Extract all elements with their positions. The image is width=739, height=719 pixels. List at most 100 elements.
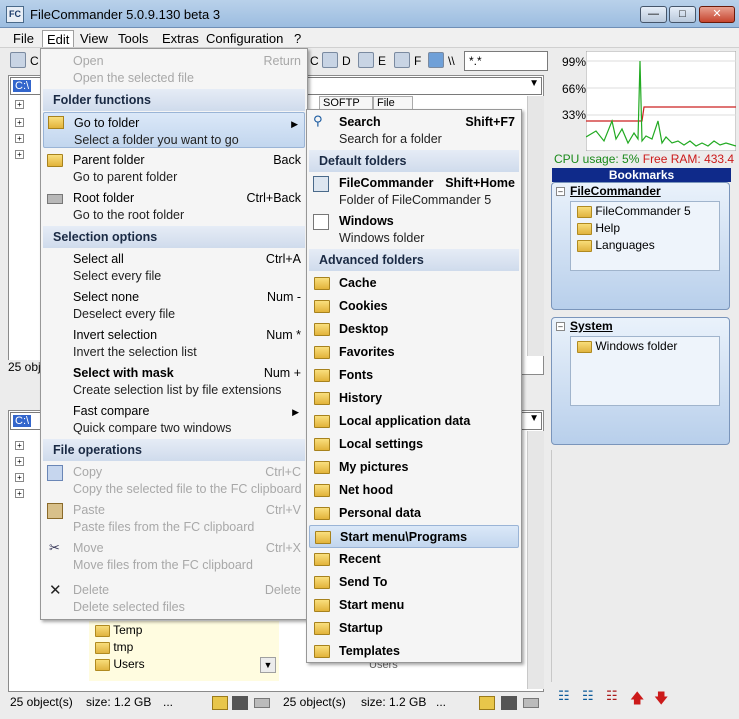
- submenu-folder-item[interactable]: Cache: [309, 272, 519, 295]
- bookmark-item[interactable]: Languages: [577, 238, 655, 252]
- bookmark-group-title[interactable]: FileCommander: [570, 184, 661, 198]
- menu-move-desc: Move files from the FC clipboard: [73, 558, 253, 572]
- close-button[interactable]: ✕: [699, 6, 735, 23]
- top-path[interactable]: C:\: [13, 80, 32, 92]
- tree-expand-icon[interactable]: +: [15, 441, 24, 450]
- collapse-icon[interactable]: –: [556, 322, 565, 331]
- drive-d-icon[interactable]: [322, 52, 338, 68]
- menu-configuration[interactable]: Configuration: [202, 30, 287, 47]
- minimize-button[interactable]: —: [640, 6, 667, 23]
- tree-expand-icon[interactable]: +: [15, 118, 24, 127]
- menu-fast-compare[interactable]: Fast compare ▶ Quick compare two windows: [43, 401, 305, 437]
- menu-move[interactable]: ✂ Move Ctrl+X Move files from the FC cli…: [43, 538, 305, 574]
- menu-select-none[interactable]: Select none Num - Deselect every file: [43, 287, 305, 323]
- menu-copy[interactable]: Copy Ctrl+C Copy the selected file to th…: [43, 462, 305, 498]
- submenu-folder-item[interactable]: Favorites: [309, 341, 519, 364]
- top-scrollbar[interactable]: [527, 96, 544, 356]
- film-icon[interactable]: [501, 696, 517, 710]
- menu-paste[interactable]: Paste Ctrl+V Paste files from the FC cli…: [43, 500, 305, 536]
- drive-c-icon[interactable]: [10, 52, 26, 68]
- bookmark-item[interactable]: Help: [577, 221, 620, 235]
- submenu-folder-item[interactable]: History: [309, 387, 519, 410]
- drive-f-label[interactable]: F: [414, 54, 421, 68]
- menu-select-with-mask[interactable]: Select with mask Num + Create selection …: [43, 363, 305, 399]
- submenu-search[interactable]: ⚲ Search Shift+F7 Search for a folder: [309, 112, 519, 148]
- tree-expand-icon[interactable]: +: [15, 150, 24, 159]
- submenu-folder-item[interactable]: Desktop: [309, 318, 519, 341]
- submenu-folder-item[interactable]: Personal data: [309, 502, 519, 525]
- bottom-path-dropdown-icon[interactable]: ▼: [529, 413, 539, 424]
- list-item[interactable]: tmp: [95, 640, 133, 656]
- submenu-folder-item[interactable]: Send To: [309, 571, 519, 594]
- submenu-folder-item[interactable]: Net hood: [309, 479, 519, 502]
- menu-move-title: Move: [73, 541, 104, 555]
- submenu-windows[interactable]: Windows Windows folder: [309, 211, 519, 247]
- bookmark-group-system[interactable]: – System Windows folder: [551, 317, 730, 445]
- section-folder-functions: Folder functions: [43, 89, 305, 111]
- title-bar[interactable]: FC FileCommander 5.0.9.130 beta 3 — □ ✕: [0, 0, 739, 28]
- bookmark-group-title[interactable]: System: [570, 319, 613, 333]
- remove-bookmark-icon[interactable]: ☷: [606, 688, 618, 704]
- menu-extras[interactable]: Extras: [158, 30, 203, 47]
- menu-invert-selection[interactable]: Invert selection Num * Invert the select…: [43, 325, 305, 361]
- submenu-folder-label: Start menu: [339, 598, 405, 612]
- menu-go-to-folder[interactable]: Go to folder ▶ Select a folder you want …: [43, 112, 305, 148]
- folder-up-icon[interactable]: [479, 696, 495, 710]
- menu-help[interactable]: ?: [290, 30, 305, 47]
- drive-e-label[interactable]: E: [378, 54, 386, 68]
- submenu-folder-item[interactable]: Start menu: [309, 594, 519, 617]
- menu-delete[interactable]: ✕ Delete Delete Delete selected files: [43, 580, 305, 616]
- tree-expand-icon[interactable]: +: [15, 100, 24, 109]
- network-drive-icon[interactable]: [358, 52, 374, 68]
- drive-c-label[interactable]: C: [30, 54, 39, 68]
- move-up-icon[interactable]: 🡅: [630, 688, 644, 712]
- submenu-folder-item[interactable]: Local settings: [309, 433, 519, 456]
- submenu-folder-item[interactable]: Start menu\Programs: [309, 525, 519, 548]
- list-item[interactable]: Users: [95, 657, 145, 673]
- drive-f-icon[interactable]: [394, 52, 410, 68]
- drive-c-right-label[interactable]: C: [310, 54, 319, 68]
- move-down-icon[interactable]: 🡇: [654, 688, 668, 712]
- menu-tools[interactable]: Tools: [114, 30, 152, 47]
- bookmark-item[interactable]: FileCommander 5: [577, 204, 691, 218]
- path-separator[interactable]: \\: [448, 54, 455, 68]
- tree-expand-icon[interactable]: +: [15, 489, 24, 498]
- bottom-path[interactable]: C:\: [13, 415, 32, 427]
- submenu-filecommander[interactable]: FileCommander Shift+Home Folder of FileC…: [309, 173, 519, 209]
- submenu-folder-item[interactable]: Cookies: [309, 295, 519, 318]
- add-bookmark-icon[interactable]: ☷: [558, 688, 570, 704]
- submenu-folder-item[interactable]: Templates: [309, 640, 519, 663]
- submenu-folder-item[interactable]: Local application data: [309, 410, 519, 433]
- bottom-scrollbar[interactable]: [527, 431, 544, 689]
- drive-icon[interactable]: [523, 698, 539, 708]
- film-icon[interactable]: [232, 696, 248, 710]
- bookmark-item[interactable]: Windows folder: [577, 339, 677, 353]
- menu-file[interactable]: File: [9, 30, 38, 47]
- list-item[interactable]: Temp: [95, 623, 142, 639]
- tree-expand-icon[interactable]: +: [15, 457, 24, 466]
- submenu-folder-item[interactable]: Startup: [309, 617, 519, 640]
- top-path-dropdown-icon[interactable]: ▼: [529, 78, 539, 89]
- menu-edit[interactable]: Edit: [42, 30, 75, 47]
- menu-parent-folder[interactable]: Parent folder Back Go to parent folder: [43, 150, 305, 186]
- menu-open[interactable]: Open Return Open the selected file: [43, 51, 305, 87]
- menu-select-none-shortcut: Num -: [266, 290, 301, 304]
- edit-bookmark-icon[interactable]: ☷: [582, 688, 594, 704]
- maximize-button[interactable]: □: [669, 6, 696, 23]
- filter-input[interactable]: [464, 51, 548, 71]
- submenu-folder-item[interactable]: Recent: [309, 548, 519, 571]
- tree-expand-icon[interactable]: +: [15, 473, 24, 482]
- drive-d-label[interactable]: D: [342, 54, 351, 68]
- submenu-folder-item[interactable]: My pictures: [309, 456, 519, 479]
- menu-root-folder[interactable]: Root folder Ctrl+Back Go to the root fol…: [43, 188, 305, 224]
- menu-view[interactable]: View: [76, 30, 112, 47]
- folder-up-icon[interactable]: [212, 696, 228, 710]
- submenu-folder-item[interactable]: Fonts: [309, 364, 519, 387]
- drive-icon[interactable]: [254, 698, 270, 708]
- menu-select-all[interactable]: Select all Ctrl+A Select every file: [43, 249, 305, 285]
- scroll-down-button[interactable]: ▼: [260, 657, 276, 673]
- bookmark-group-filecommander[interactable]: – FileCommander FileCommander 5 Help Lan…: [551, 182, 730, 310]
- tools-icon[interactable]: [428, 52, 444, 68]
- tree-expand-icon[interactable]: +: [15, 134, 24, 143]
- collapse-icon[interactable]: –: [556, 187, 565, 196]
